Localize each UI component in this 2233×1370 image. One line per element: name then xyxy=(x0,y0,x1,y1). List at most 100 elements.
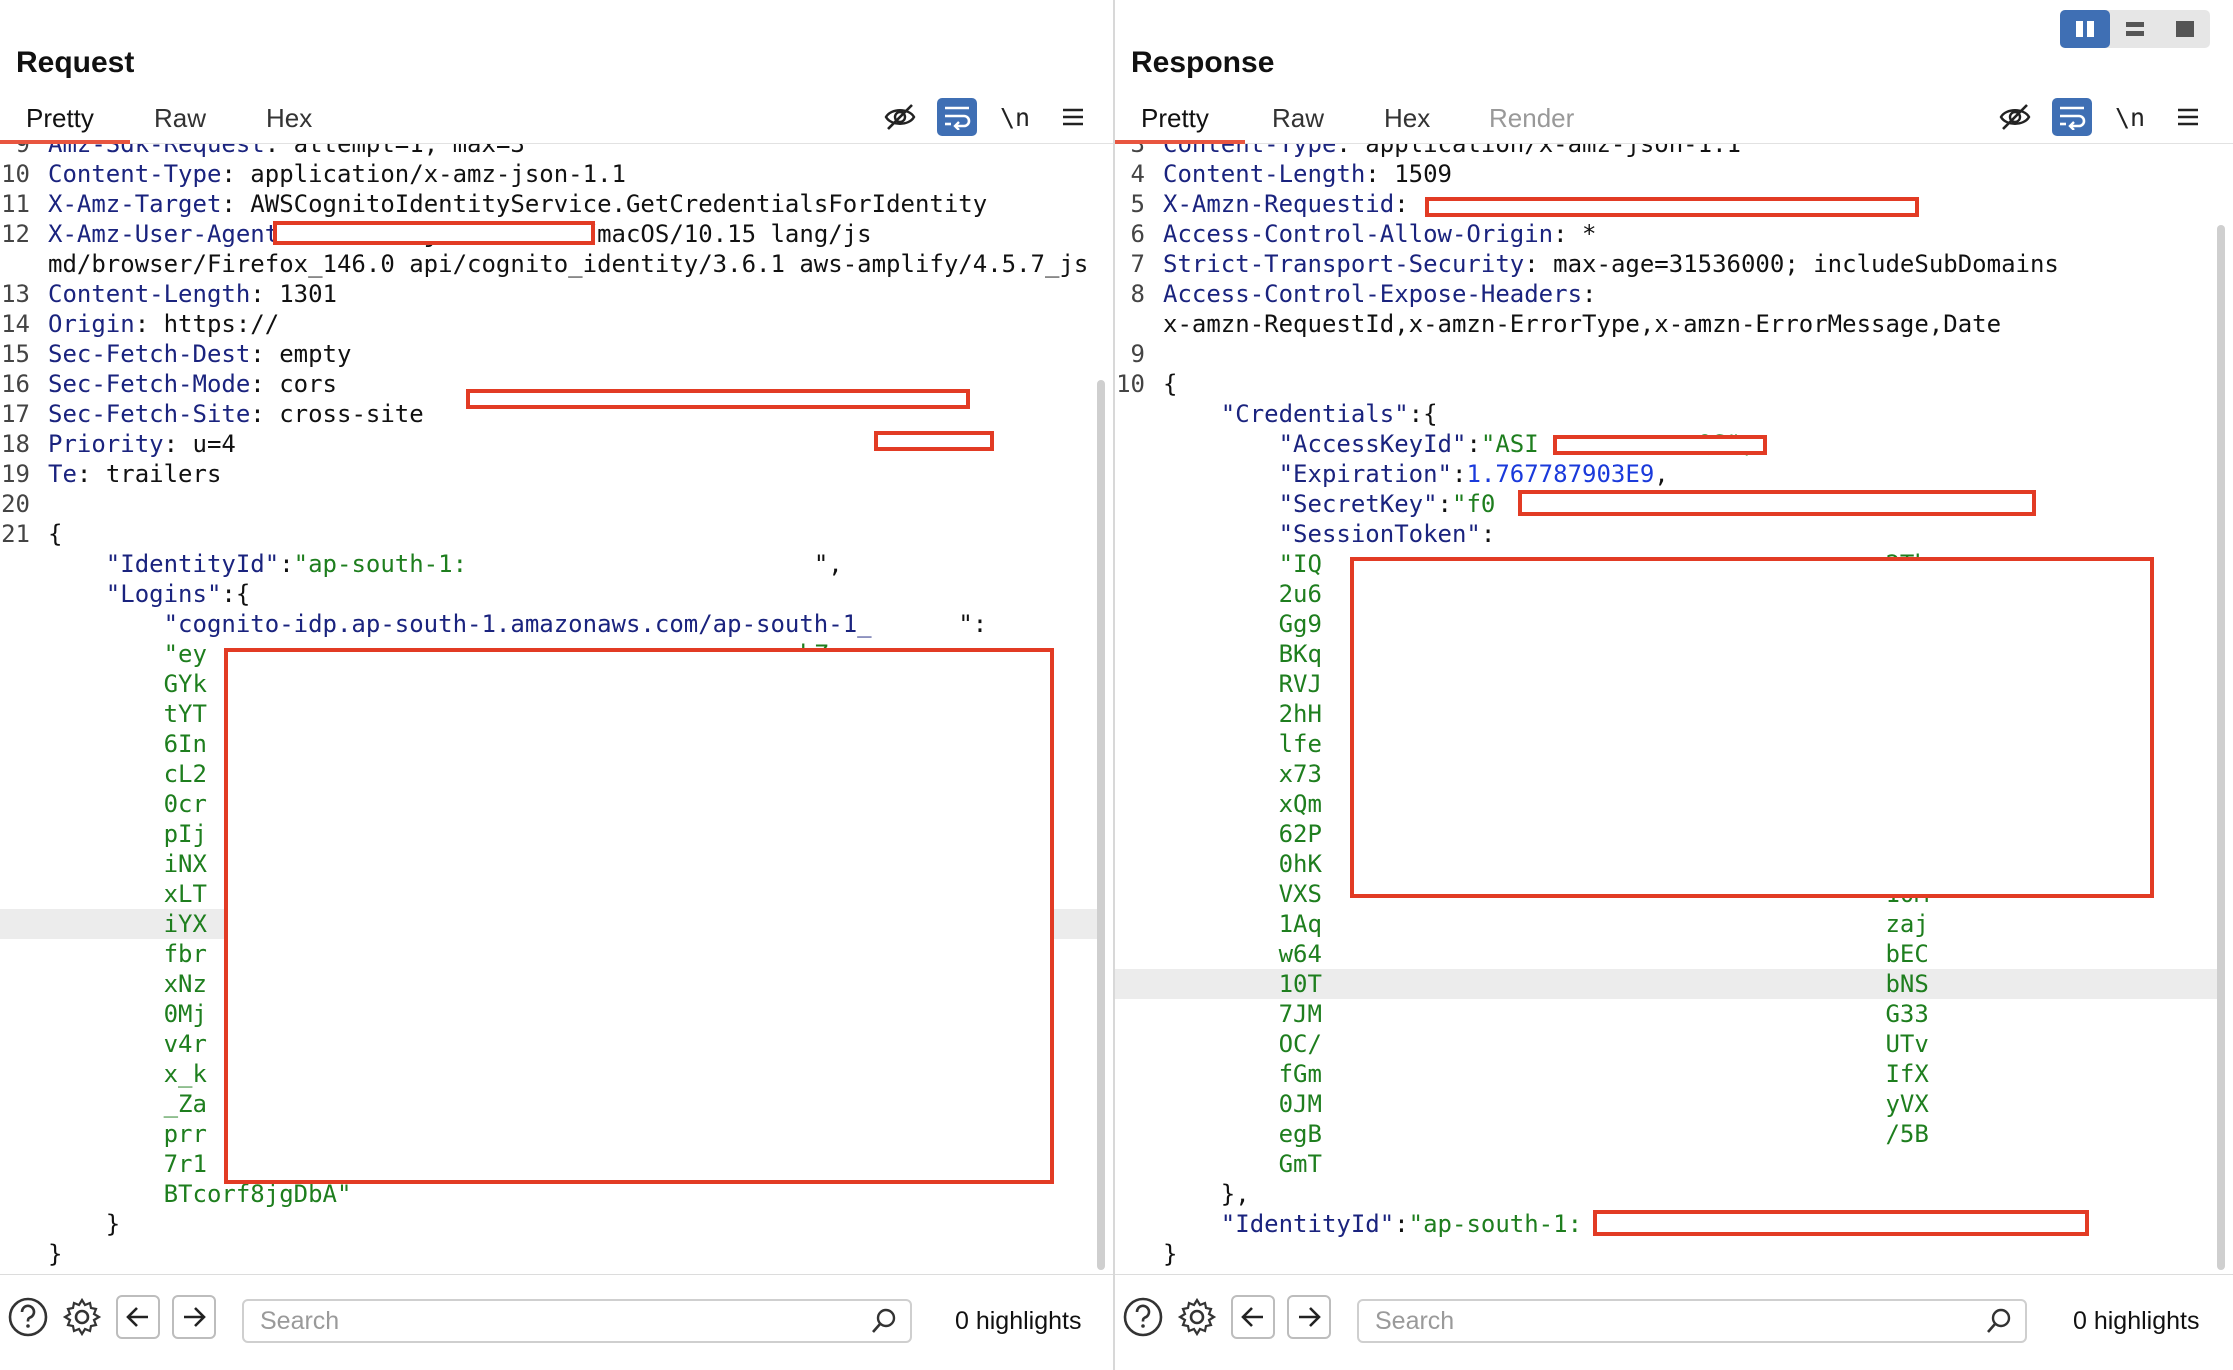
header-value: 1301 xyxy=(279,280,337,308)
json-separator: : xyxy=(279,550,294,578)
stacked-layout-icon[interactable] xyxy=(2110,10,2160,48)
line-number: 11 xyxy=(1,190,30,218)
code-line: 11 X-Amz-Target: AWSCognitoIdentityServic… xyxy=(0,189,1099,219)
json-string: 0JM xyxy=(1278,1090,1322,1118)
response-editor[interactable]: 3 Content-Type: application/x-amz-json-1.… xyxy=(1115,144,2233,1272)
line-content: } xyxy=(48,1209,120,1239)
line-content: Te: trailers xyxy=(48,459,221,489)
json-string: x73 xyxy=(1278,760,1322,788)
header-separator: : xyxy=(250,340,280,368)
line-content: 0JM yVX xyxy=(1163,1089,1929,1119)
tab-pretty[interactable]: Pretty xyxy=(1141,100,1209,144)
word-wrap-icon[interactable] xyxy=(2052,98,2092,136)
line-number: 10 xyxy=(1,160,30,188)
redacted-gap xyxy=(1322,1120,1886,1148)
single-layout-icon[interactable] xyxy=(2160,10,2210,48)
menu-icon[interactable] xyxy=(2168,98,2208,136)
side-by-side-layout-icon[interactable] xyxy=(2060,10,2110,48)
request-search-input[interactable]: Search xyxy=(242,1299,912,1343)
json-string: 7JM xyxy=(1278,1000,1322,1028)
json-string: 1Aq xyxy=(1278,910,1322,938)
line-content: "Logins":{ xyxy=(48,579,251,609)
settings-gear-icon[interactable] xyxy=(1175,1295,1219,1339)
hide-non-printable-icon[interactable] xyxy=(1995,98,2035,136)
response-title: Response xyxy=(1131,46,1275,79)
json-key: "SessionToken" xyxy=(1278,520,1481,548)
json-string: bEC xyxy=(1885,940,1929,968)
header-name: Origin xyxy=(48,310,135,338)
json-punct: :{ xyxy=(1408,400,1438,428)
header-value: max-age=31536000; includeSubDomains xyxy=(1553,250,2059,278)
json-key: "Credentials" xyxy=(1220,400,1409,428)
tab-render[interactable]: Render xyxy=(1489,100,1574,144)
redacted-gap xyxy=(1322,1000,1886,1028)
json-string: iNX xyxy=(163,850,207,878)
line-number: 15 xyxy=(1,340,30,368)
code-line: 7 Strict-Transport-Security: max-age=3153… xyxy=(1115,249,2219,279)
redacted-gap xyxy=(1322,910,1886,938)
back-button[interactable] xyxy=(1231,1295,1275,1339)
redaction-origin xyxy=(273,221,595,245)
response-scrollbar[interactable] xyxy=(2217,225,2225,1270)
forward-button[interactable] xyxy=(1287,1295,1331,1339)
tab-raw[interactable]: Raw xyxy=(1272,100,1324,144)
code-line: "SessionToken": xyxy=(1115,519,2219,549)
show-newlines-toggle[interactable]: \n xyxy=(2110,98,2150,136)
line-number: 13 xyxy=(1,280,30,308)
tab-hex[interactable]: Hex xyxy=(1384,100,1430,144)
response-search-input[interactable]: Search xyxy=(1357,1299,2027,1343)
json-string: yVX xyxy=(1885,1090,1929,1118)
code-line: w64 bEC xyxy=(1115,939,2219,969)
json-string: 0cr xyxy=(163,790,207,818)
line-content: X-Amz-Target: AWSCognitoIdentityService.… xyxy=(48,189,987,219)
tab-pretty[interactable]: Pretty xyxy=(26,100,94,144)
word-wrap-icon[interactable] xyxy=(937,98,977,136)
line-number: 5 xyxy=(1130,190,1145,218)
json-string: /5B xyxy=(1885,1120,1929,1148)
back-button[interactable] xyxy=(116,1295,160,1339)
response-pane: Response Pretty Raw Hex Render \n 3 Conte… xyxy=(1115,0,2233,1370)
line-content: md/browser/Firefox_146.0 api/cognito_ide… xyxy=(48,249,1088,279)
hide-non-printable-icon[interactable] xyxy=(880,98,920,136)
redaction-session-token xyxy=(1350,557,2154,898)
forward-button[interactable] xyxy=(172,1295,216,1339)
header-value: trailers xyxy=(105,460,222,488)
json-punct: , xyxy=(1654,460,1669,488)
code-line: 1Aq zaj xyxy=(1115,909,2219,939)
line-content: Sec-Fetch-Mode: cors xyxy=(48,369,337,399)
redaction-pool-id xyxy=(874,431,994,451)
settings-gear-icon[interactable] xyxy=(60,1295,104,1339)
menu-icon[interactable] xyxy=(1053,98,1093,136)
code-line: "Expiration":1.767787903E9, xyxy=(1115,459,2219,489)
header-value: md/browser/Firefox_146.0 api/cognito_ide… xyxy=(48,250,1089,278)
tab-raw[interactable]: Raw xyxy=(154,100,206,144)
json-key: "Expiration" xyxy=(1278,460,1452,488)
help-icon[interactable] xyxy=(1121,1295,1165,1339)
line-content: Access-Control-Expose-Headers: xyxy=(1163,279,1596,309)
line-content: 1Aq zaj xyxy=(1163,909,1929,939)
request-editor[interactable]: 9 Amz-Sdk-Request: attempt=1; max=3 10 Cont… xyxy=(0,144,1113,1272)
help-icon[interactable] xyxy=(6,1295,50,1339)
json-string: 62P xyxy=(1278,820,1322,848)
show-newlines-toggle[interactable]: \n xyxy=(995,98,1035,136)
header-separator: : xyxy=(250,280,280,308)
request-scrollbar[interactable] xyxy=(1097,380,1105,1270)
redacted-gap xyxy=(872,610,959,638)
json-string: "ASI xyxy=(1480,430,1539,458)
tab-hex[interactable]: Hex xyxy=(266,100,312,144)
json-string: fbr xyxy=(163,940,207,968)
code-line: 8 Access-Control-Expose-Headers: xyxy=(1115,279,2219,309)
